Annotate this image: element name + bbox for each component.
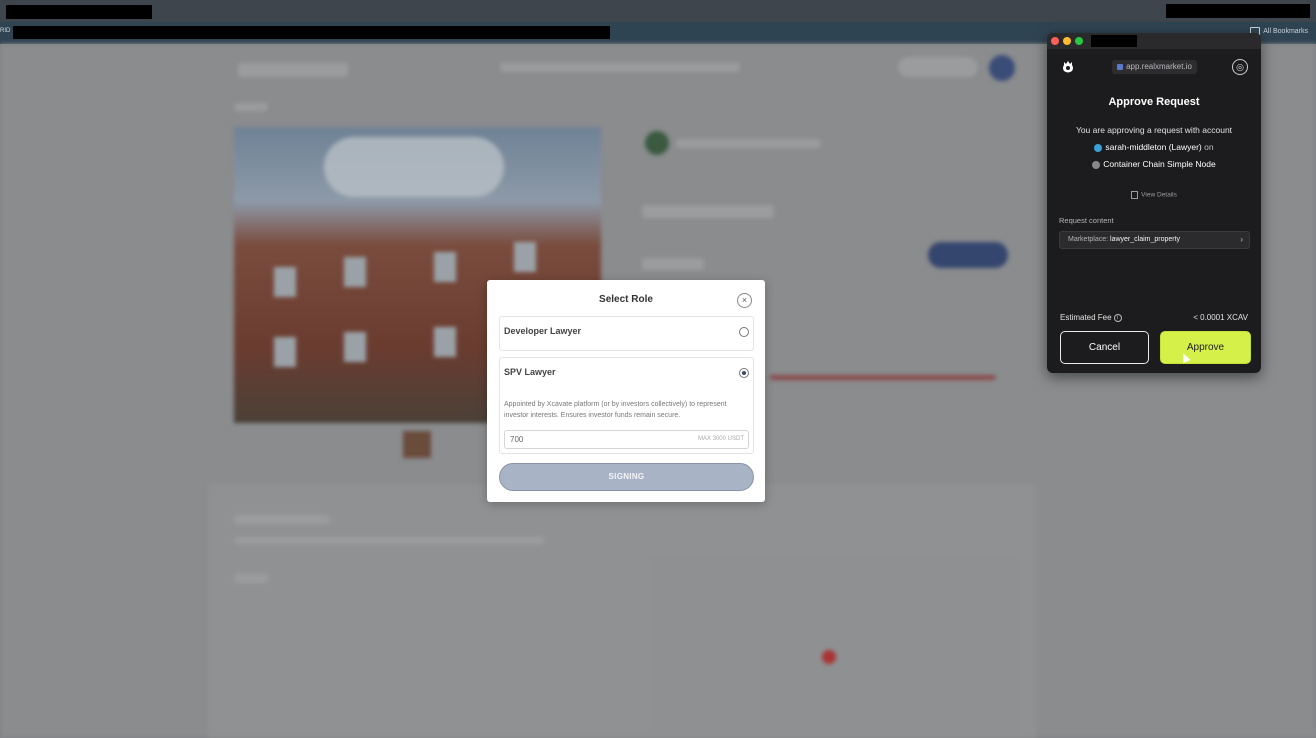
document-icon bbox=[1131, 191, 1139, 199]
developer-name bbox=[676, 139, 821, 148]
location-map bbox=[650, 556, 1020, 738]
map-pin bbox=[822, 650, 836, 664]
fee-label-text: Estimated Fee bbox=[1060, 313, 1112, 322]
request-prefix: Marketplace: bbox=[1068, 236, 1109, 243]
role-radio-spv-lawyer[interactable] bbox=[739, 368, 749, 378]
approve-button[interactable]: Approve bbox=[1160, 331, 1251, 364]
description-heading bbox=[234, 515, 330, 524]
request-content-label: Request content bbox=[1059, 216, 1114, 225]
redacted-window-title bbox=[1091, 35, 1137, 47]
account-name: sarah-middleton (Lawyer) bbox=[1105, 142, 1202, 152]
site-url: app.realxmarket.io bbox=[1126, 62, 1192, 71]
property-price bbox=[642, 258, 704, 270]
wallet-popup: app.realxmarket.io ◎ Approve Request You… bbox=[1047, 33, 1261, 373]
amount-max-hint: MAX 3000 USDT bbox=[697, 436, 744, 442]
property-title bbox=[642, 205, 774, 218]
site-nav bbox=[500, 63, 740, 72]
role-description: Appointed by Xcavate platform (or by inv… bbox=[504, 401, 727, 419]
account-avatar-icon bbox=[1094, 143, 1103, 152]
chain-line: Container Chain Simple Node bbox=[1047, 159, 1261, 169]
select-role-modal: Select Role × Developer Lawyer SPV Lawye… bbox=[487, 280, 765, 502]
modal-title: Select Role bbox=[599, 294, 653, 305]
role-name: SPV Lawyer bbox=[504, 367, 556, 377]
estimated-fee-label: Estimated Fee i bbox=[1060, 313, 1122, 322]
redacted-bookmarks bbox=[13, 26, 610, 39]
chevron-right-icon: › bbox=[1240, 235, 1243, 244]
window-titlebar bbox=[1047, 33, 1261, 49]
site-favicon-icon bbox=[1117, 63, 1124, 70]
role-option-spv-lawyer[interactable]: SPV Lawyer Appointed by Xcavate platform… bbox=[499, 357, 754, 454]
progress-bar bbox=[770, 375, 996, 380]
description-text bbox=[234, 537, 544, 544]
developer-avatar bbox=[645, 131, 669, 155]
account-line: sarah-middleton (Lawyer) on bbox=[1047, 142, 1261, 152]
estimated-fee-value: < 0.0001 XCAV bbox=[1193, 313, 1248, 322]
info-icon[interactable]: i bbox=[1113, 313, 1122, 322]
chain-icon bbox=[1092, 160, 1101, 169]
globe-icon[interactable]: ◎ bbox=[1232, 59, 1248, 75]
account-suffix: on bbox=[1204, 142, 1214, 152]
bookmark-partial-label: RID bbox=[0, 28, 11, 34]
photo-thumbnail bbox=[403, 431, 431, 458]
redacted-tab-title bbox=[6, 5, 152, 19]
role-name: Developer Lawyer bbox=[504, 326, 582, 336]
view-details-link[interactable]: View Details bbox=[1047, 191, 1261, 199]
role-radio-developer-lawyer[interactable] bbox=[739, 327, 749, 337]
request-value: lawyer_claim_property bbox=[1110, 236, 1181, 243]
wallet-pill bbox=[898, 57, 978, 77]
all-bookmarks-label: All Bookmarks bbox=[1263, 27, 1308, 35]
site-url-pill: app.realxmarket.io bbox=[1112, 60, 1197, 74]
buy-button bbox=[928, 242, 1008, 268]
chain-name: Container Chain Simple Node bbox=[1103, 159, 1216, 169]
user-avatar bbox=[989, 55, 1015, 81]
request-content-text: Marketplace: lawyer_claim_property bbox=[1068, 236, 1180, 243]
role-option-developer-lawyer[interactable]: Developer Lawyer bbox=[499, 316, 754, 351]
amount-value: 700 bbox=[510, 435, 524, 444]
minimize-window-icon[interactable] bbox=[1063, 37, 1071, 45]
browser-tab-bar bbox=[0, 0, 1316, 22]
request-content-row[interactable]: Marketplace: lawyer_claim_property › bbox=[1059, 231, 1250, 249]
back-link bbox=[234, 103, 268, 111]
details-heading bbox=[234, 574, 268, 583]
site-logo bbox=[238, 63, 348, 77]
view-details-label: View Details bbox=[1141, 191, 1177, 199]
signing-button[interactable]: SIGNING bbox=[499, 463, 754, 491]
close-icon[interactable]: × bbox=[737, 293, 752, 308]
redacted-tab-controls bbox=[1166, 4, 1310, 18]
wallet-logo-icon bbox=[1060, 59, 1076, 75]
approve-request-heading: Approve Request bbox=[1108, 96, 1200, 108]
approving-subtitle: You are approving a request with account bbox=[1075, 125, 1233, 135]
amount-input[interactable]: 700 MAX 3000 USDT bbox=[504, 430, 749, 449]
close-window-icon[interactable] bbox=[1051, 37, 1059, 45]
maximize-window-icon[interactable] bbox=[1075, 37, 1083, 45]
cancel-button[interactable]: Cancel bbox=[1060, 331, 1149, 364]
